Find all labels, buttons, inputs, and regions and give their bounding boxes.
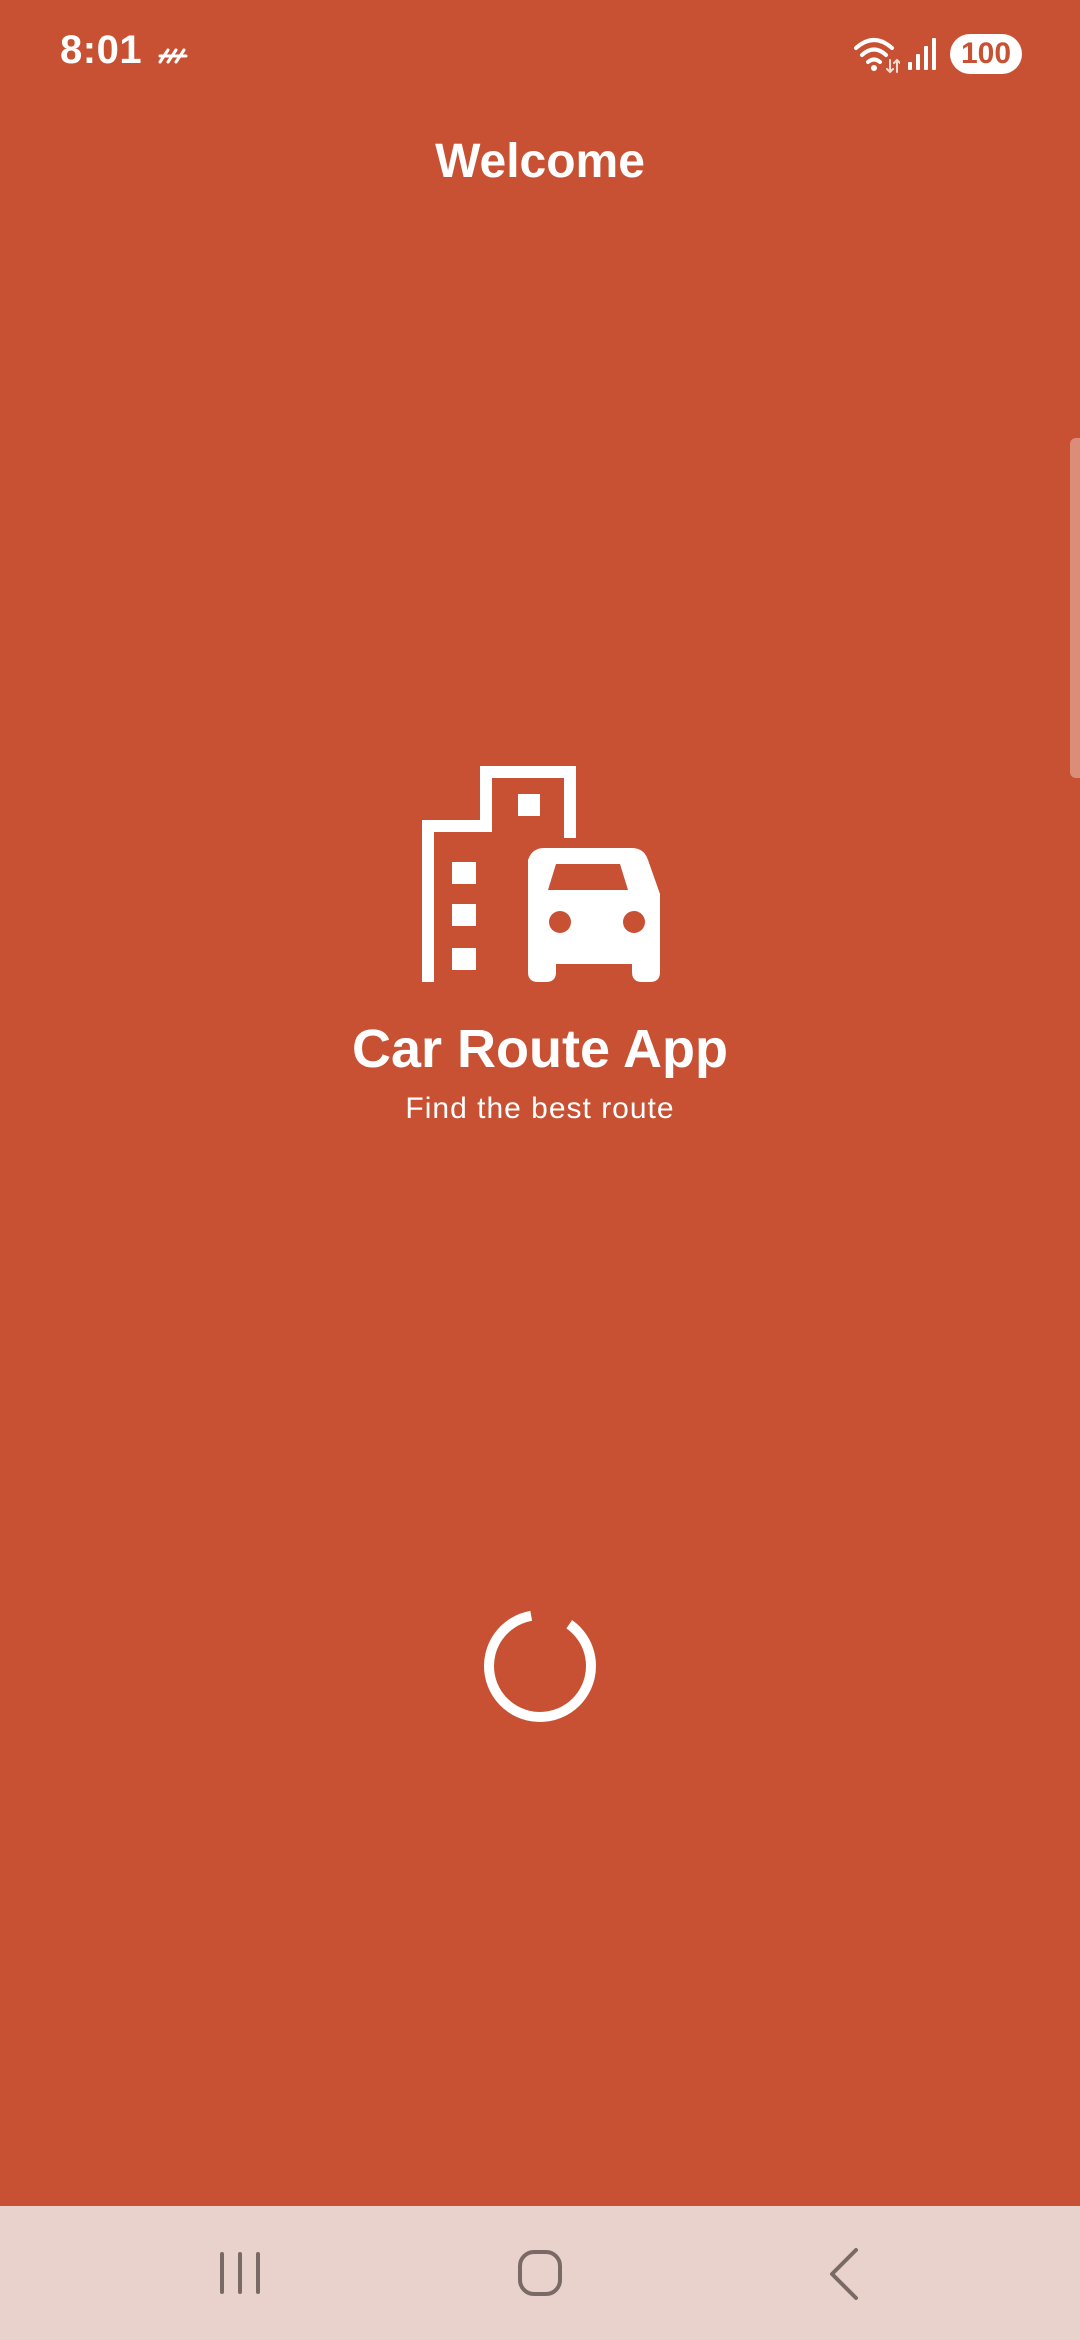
city-car-icon (422, 766, 660, 982)
loading-spinner (484, 1610, 596, 1722)
back-button[interactable] (804, 2234, 884, 2314)
page-title: Welcome (435, 135, 645, 188)
app-name: Car Route App (352, 1019, 728, 1079)
data-saver-icon (158, 48, 188, 64)
status-bar: 8:01 100 (0, 0, 1080, 112)
edge-panel-handle[interactable] (1070, 438, 1080, 778)
wifi-icon (854, 38, 900, 74)
recents-button[interactable] (200, 2234, 280, 2314)
navigation-bar (0, 2206, 1080, 2340)
signal-icon (908, 38, 936, 70)
app-tagline: Find the best route (405, 1092, 675, 1125)
status-time: 8:01 (60, 28, 143, 72)
battery-indicator: 100 (950, 34, 1022, 74)
home-button[interactable] (500, 2234, 580, 2314)
